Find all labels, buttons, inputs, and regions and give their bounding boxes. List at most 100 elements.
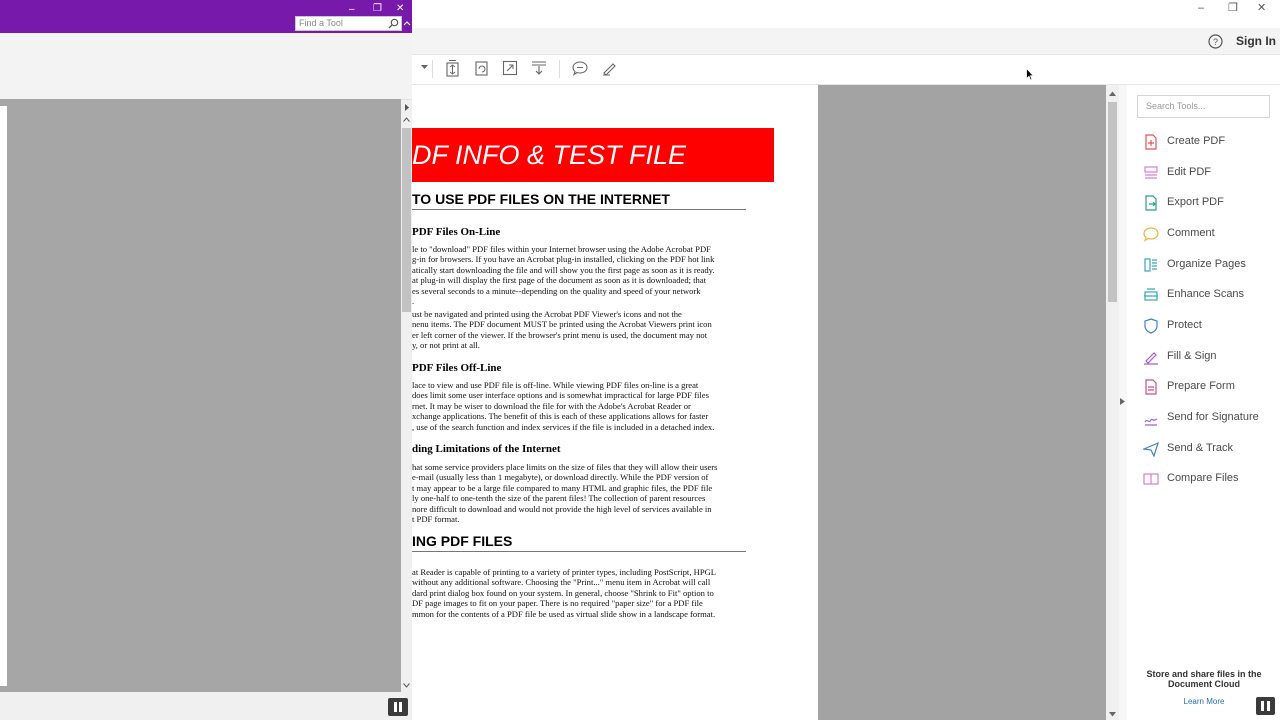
paragraph-line: ust be navigated and printed using the A… xyxy=(412,309,682,319)
scroll-up-icon[interactable] xyxy=(1109,91,1116,96)
paragraph-line: mmon for the contents of a PDF file be u… xyxy=(412,608,716,619)
pause-button[interactable] xyxy=(388,698,408,716)
pause-button[interactable] xyxy=(1256,697,1275,715)
paragraph-line: atically start downloading the file and … xyxy=(412,264,715,275)
tool-create-pdf[interactable]: Create PDF xyxy=(1139,132,1280,156)
paragraph-line: e-mail (usually less than 1 megabyte), o… xyxy=(412,472,709,483)
left-ribbon xyxy=(0,33,412,100)
organize-pages-icon xyxy=(1144,258,1157,272)
tool-label: Prepare Form xyxy=(1167,380,1235,392)
document-scroll-thumb[interactable] xyxy=(1108,102,1117,302)
pdf-page: DF INFO & TEST FILE TO USE PDF FILES ON … xyxy=(412,85,818,720)
scroll-mode-icon[interactable] xyxy=(531,60,547,76)
paragraph: le to "download" PDF files within your I… xyxy=(412,244,748,306)
left-statusbar xyxy=(0,692,412,720)
enhance-scans-icon xyxy=(1144,288,1158,301)
tool-send-for-signature[interactable]: Send for Signature xyxy=(1139,408,1280,432)
search-tools-input[interactable]: Search Tools... xyxy=(1137,95,1270,118)
tool-export-pdf[interactable]: Export PDF xyxy=(1139,193,1280,217)
section-rule xyxy=(412,551,746,552)
minimize-button[interactable]: – xyxy=(1198,2,1204,14)
tool-label: Compare Files xyxy=(1167,472,1239,484)
paragraph-line: nenu items. The PDF document MUST be pri… xyxy=(412,319,712,330)
paragraph-line: ly one-half to one-tenth the size of the… xyxy=(412,493,706,504)
paragraph-line: y, or not print at all. xyxy=(412,340,480,351)
section-title: ING PDF FILES xyxy=(412,533,513,549)
compare-files-icon xyxy=(1143,473,1159,485)
tool-edit-pdf[interactable]: Edit PDF xyxy=(1139,163,1280,187)
subsection-title: PDF Files Off-Line xyxy=(412,362,502,374)
chevron-right-icon[interactable] xyxy=(403,104,410,111)
scroll-down-icon[interactable] xyxy=(1109,712,1116,717)
learn-more-link[interactable]: Learn More xyxy=(1138,697,1270,706)
pause-icon xyxy=(399,702,402,712)
paragraph-line: DF page images to fit on your paper. The… xyxy=(412,598,703,609)
tool-send-track[interactable]: Send & Track xyxy=(1139,439,1280,463)
collapse-panel-arrow-icon[interactable] xyxy=(1120,398,1125,405)
create-pdf-icon xyxy=(1145,134,1157,150)
tool-organize-pages[interactable]: Organize Pages xyxy=(1139,255,1280,279)
section-title: TO USE PDF FILES ON THE INTERNET xyxy=(412,191,670,207)
restore-button[interactable]: ❐ xyxy=(1228,1,1238,14)
acrobat-titlebar: – ❐ ✕ xyxy=(412,0,1280,28)
paragraph-line: rnet. It may be wiser to download the fi… xyxy=(412,400,691,411)
pdf-title: DF INFO & TEST FILE xyxy=(412,140,687,170)
acrobat-menubar xyxy=(412,28,1280,55)
paragraph: hat some service providers place limits … xyxy=(412,462,748,524)
tool-label: Create PDF xyxy=(1167,135,1226,147)
paragraph-line: le to "download" PDF files within your I… xyxy=(412,244,711,254)
document-cloud-promo: Store and share files in the Document Cl… xyxy=(1146,669,1262,689)
tool-label: Edit PDF xyxy=(1167,166,1212,178)
restore-button[interactable]: ❐ xyxy=(373,4,382,14)
find-tool-input[interactable]: Find a Tool xyxy=(295,16,402,31)
paragraph-line: . xyxy=(412,296,415,307)
fill-sign-icon xyxy=(1144,352,1158,365)
zoom-dropdown-arrow-icon[interactable] xyxy=(421,65,428,70)
edit-pdf-icon xyxy=(1144,166,1158,179)
protect-icon xyxy=(1144,318,1158,334)
prepare-form-icon xyxy=(1145,379,1157,395)
pause-icon xyxy=(1267,701,1270,711)
help-icon[interactable]: ? xyxy=(1208,34,1223,54)
sign-in-link[interactable]: Sign In xyxy=(1236,34,1276,48)
subsection-title: ding Limitations of the Internet xyxy=(412,443,561,455)
tool-protect[interactable]: Protect xyxy=(1139,316,1280,340)
paragraph-line: without any additional software. Choosin… xyxy=(412,577,711,588)
paragraph-line: , use of the search function and index s… xyxy=(412,421,715,432)
left-page-edge xyxy=(0,106,7,686)
close-button[interactable]: ✕ xyxy=(1257,1,1266,14)
tool-enhance-scans[interactable]: Enhance Scans xyxy=(1139,285,1280,309)
export-pdf-icon xyxy=(1145,195,1157,211)
section-rule xyxy=(412,209,746,210)
tool-comment[interactable]: Comment xyxy=(1139,224,1280,248)
paragraph-line: lace to view and use PDF file is off-lin… xyxy=(412,380,699,390)
paragraph-line: at Reader is capable of printing to a va… xyxy=(412,567,717,577)
paragraph-line: t PDF format. xyxy=(412,514,460,525)
mouse-cursor-icon xyxy=(1026,68,1034,81)
full-screen-icon[interactable] xyxy=(502,60,518,76)
left-window-titlebar: – ❐ ✕ Find a Tool xyxy=(0,0,412,33)
paragraph-line: t may appear to be a large file compared… xyxy=(412,482,713,493)
fit-page-icon[interactable] xyxy=(445,60,460,77)
tool-prepare-form[interactable]: Prepare Form xyxy=(1139,377,1280,401)
comment-icon xyxy=(1143,227,1159,242)
send-track-icon xyxy=(1143,441,1159,457)
paragraph-line: does limit some user interface options a… xyxy=(412,390,709,401)
minimize-button[interactable]: – xyxy=(349,5,355,15)
rotate-view-icon[interactable] xyxy=(474,60,489,77)
left-scroll-thumb[interactable] xyxy=(402,128,411,312)
tool-label: Fill & Sign xyxy=(1167,350,1217,362)
paragraph: lace to view and use PDF file is off-lin… xyxy=(412,380,748,432)
close-button[interactable]: ✕ xyxy=(396,4,404,14)
highlight-pen-icon[interactable] xyxy=(601,60,617,76)
tool-fill-sign[interactable]: Fill & Sign xyxy=(1139,347,1280,371)
scroll-down-icon[interactable] xyxy=(403,683,410,688)
find-tool-placeholder: Find a Tool xyxy=(299,18,343,28)
tool-compare-files[interactable]: Compare Files xyxy=(1139,469,1280,493)
chevron-up-icon[interactable] xyxy=(403,20,411,26)
comment-icon[interactable] xyxy=(572,60,588,76)
tool-label: Enhance Scans xyxy=(1167,288,1245,300)
toolbar-divider xyxy=(432,60,433,78)
search-icon[interactable] xyxy=(388,18,399,29)
scroll-up-icon[interactable] xyxy=(403,117,410,122)
